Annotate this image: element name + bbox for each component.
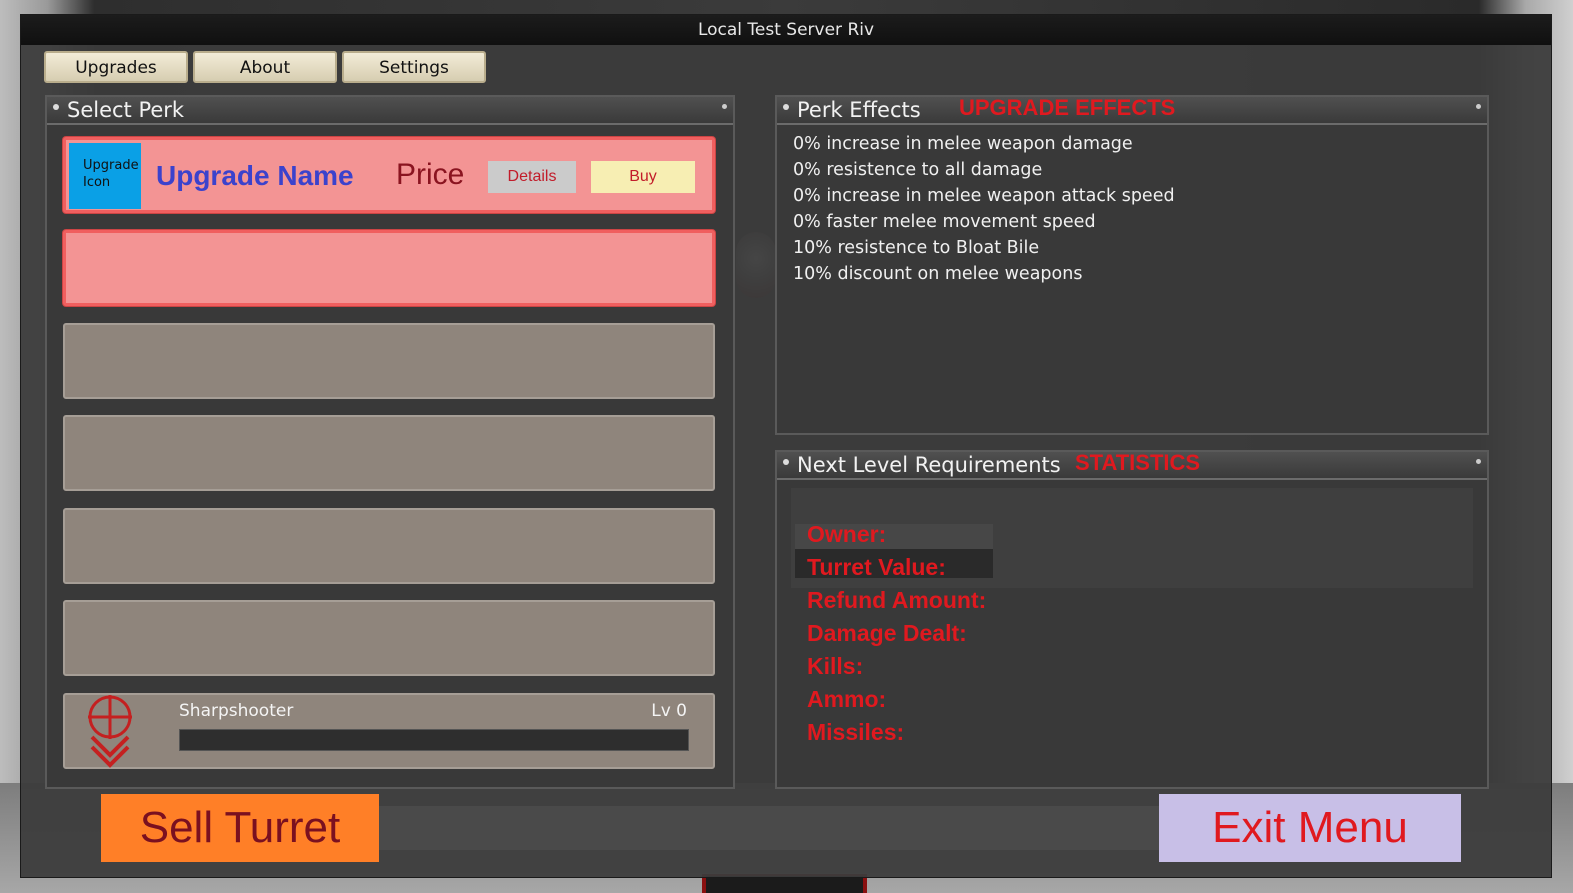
stat-owner: Owner:: [807, 521, 887, 547]
select-perk-title: Select Perk: [67, 98, 185, 122]
sell-turret-button[interactable]: Sell Turret: [101, 794, 379, 862]
perk-effects-title: Perk Effects: [797, 98, 921, 122]
next-level-header: Next Level Requirements STATISTICS: [777, 450, 1487, 480]
stat-kills: Kills:: [807, 653, 864, 679]
perk-effects-header: Perk Effects UPGRADE EFFECTS: [777, 95, 1487, 125]
upgrade-icon-label-line2: Icon: [83, 175, 111, 190]
buy-button[interactable]: Buy: [591, 161, 695, 193]
next-level-title: Next Level Requirements: [797, 453, 1061, 477]
upgrade-effects-annotation: UPGRADE EFFECTS: [959, 95, 1176, 120]
effect-line: 0% faster melee movement speed: [793, 212, 1096, 232]
select-perk-panel: Select Perk Upgrade Icon Upgrade Name Pr…: [45, 95, 735, 789]
upgrade-icon: Upgrade Icon: [69, 143, 141, 209]
details-button[interactable]: Details: [488, 161, 576, 193]
stat-refund-amount: Refund Amount:: [807, 587, 987, 613]
upgrade-slot-empty[interactable]: [63, 323, 715, 399]
stat-damage-dealt: Damage Dealt:: [807, 620, 967, 646]
select-perk-header: Select Perk: [47, 97, 733, 125]
upgrade-row[interactable]: Upgrade Icon Upgrade Name Price Details …: [63, 137, 715, 213]
xp-progress-bar: [179, 729, 689, 751]
current-perk-bar[interactable]: Sharpshooter Lv 0: [63, 693, 715, 769]
upgrade-name: Upgrade Name: [156, 160, 354, 191]
next-level-panel: Next Level Requirements STATISTICS Owner…: [775, 450, 1489, 789]
upgrade-slot-empty[interactable]: [63, 415, 715, 491]
upgrade-slot-empty[interactable]: [63, 508, 715, 584]
perk-effects-panel: Perk Effects UPGRADE EFFECTS 0% increase…: [775, 95, 1489, 435]
effect-line: 10% resistence to Bloat Bile: [793, 238, 1040, 258]
perk-name: Sharpshooter: [179, 701, 294, 721]
stat-missiles: Missiles:: [807, 719, 905, 745]
tab-upgrades[interactable]: Upgrades: [44, 51, 188, 83]
effect-line: 0% increase in melee weapon attack speed: [793, 186, 1175, 206]
header-pin-icon: [1476, 459, 1481, 464]
bottom-trade-tab-face: [706, 876, 863, 893]
header-dot-icon: [783, 104, 789, 110]
upgrade-row-empty[interactable]: [63, 230, 715, 306]
exit-menu-button[interactable]: Exit Menu: [1159, 794, 1461, 862]
perk-level: Lv 0: [651, 701, 687, 721]
upgrade-price: Price: [396, 158, 465, 191]
statistics-annotation: STATISTICS: [1075, 450, 1201, 475]
stat-turret-value: Turret Value:: [807, 554, 946, 580]
tab-about[interactable]: About: [193, 51, 337, 83]
upgrade-icon-label-line1: Upgrade: [83, 158, 139, 173]
statistics-list: Owner: Turret Value: Refund Amount: Dama…: [807, 518, 986, 749]
stat-ammo: Ammo:: [807, 686, 887, 712]
header-pin-icon: [1476, 104, 1481, 109]
header-dot-icon: [783, 459, 789, 465]
effect-line: 0% increase in melee weapon damage: [793, 134, 1133, 154]
window-title: Local Test Server Riv: [21, 15, 1551, 45]
perk-effects-list: 0% increase in melee weapon damage 0% re…: [793, 131, 1175, 287]
bottom-strip: [379, 806, 1159, 850]
header-pin-icon: [722, 104, 727, 109]
effect-line: 10% discount on melee weapons: [793, 264, 1083, 284]
header-dot-icon: [53, 104, 59, 110]
upgrade-slot-empty[interactable]: [63, 600, 715, 676]
sharpshooter-crosshair-icon: [88, 695, 132, 768]
trader-window: Local Test Server Riv Upgrades About Set…: [20, 14, 1552, 878]
effect-line: 0% resistence to all damage: [793, 160, 1043, 180]
tab-settings[interactable]: Settings: [342, 51, 486, 83]
